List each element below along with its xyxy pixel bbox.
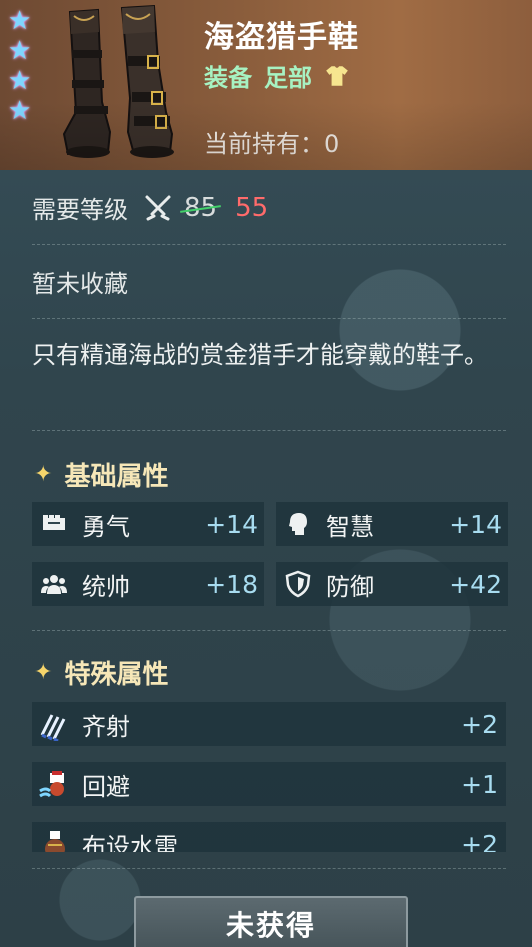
- volley-icon: [40, 714, 66, 741]
- special-stat-name: 齐射: [82, 712, 130, 741]
- level-label: 需要等级: [32, 196, 128, 224]
- collection-status: 暂未收藏: [32, 270, 128, 298]
- boots-image: [62, 4, 174, 158]
- stat-name: 勇气: [82, 512, 130, 541]
- item-header: ★ ★ ★ ★ 海盗猎手鞋 装备 足部 当前持有：0: [0, 0, 532, 170]
- fist-icon: [43, 515, 65, 530]
- stat-value: +14: [205, 509, 258, 539]
- evade-icon: [39, 771, 64, 798]
- head-icon: [289, 513, 307, 535]
- stat-wisdom: 智慧 +14: [276, 502, 508, 546]
- special-stat-volley: 齐射 +2: [32, 702, 506, 746]
- owned-label: 当前持有：: [204, 130, 324, 158]
- stat-value: +42: [449, 569, 502, 599]
- owned-count-row: 当前持有：0: [204, 124, 339, 159]
- item-name: 海盗猎手鞋: [204, 20, 359, 55]
- owned-count: 0: [324, 130, 340, 158]
- stat-defense: 防御 +42: [276, 562, 508, 606]
- star-rating: ★ ★ ★ ★: [8, 6, 38, 126]
- special-stat-name: 回避: [82, 772, 130, 801]
- divider: [32, 430, 506, 431]
- stat-courage: 勇气 +14: [32, 502, 264, 546]
- special-attributes-header: ✦ 特殊属性: [34, 654, 168, 691]
- stat-value: +14: [449, 509, 502, 539]
- special-stat-evade: 回避 +1: [32, 762, 506, 806]
- sparkle-icon: ✦: [34, 660, 53, 685]
- divider: [32, 244, 506, 245]
- stat-name: 智慧: [326, 512, 374, 541]
- item-description: 只有精通海战的赏金猎手才能穿戴的鞋子。: [32, 341, 488, 369]
- shield-icon: [285, 570, 311, 598]
- shirt-icon: [326, 65, 348, 86]
- basic-attributes-header: ✦ 基础属性: [34, 456, 168, 493]
- stat-name: 统帅: [82, 572, 130, 601]
- not-obtained-button[interactable]: 未获得: [134, 896, 408, 947]
- section-title: 特殊属性: [64, 660, 169, 690]
- stat-name: 防御: [326, 572, 374, 601]
- crossed-swords-icon: [145, 195, 171, 220]
- star-icon: ★: [8, 66, 32, 96]
- original-level: 85: [184, 192, 218, 223]
- star-icon: ★: [8, 36, 32, 66]
- item-slot: 足部: [264, 64, 312, 92]
- level-requirement: 需要等级 85 55: [32, 190, 268, 225]
- sparkle-icon: ✦: [34, 462, 53, 487]
- stat-leadership: 统帅 +18: [32, 562, 264, 606]
- divider: [32, 868, 506, 869]
- special-attributes-list[interactable]: 齐射 +2 回避 +1 布设水雷 +2: [0, 700, 532, 852]
- group-icon: [41, 575, 67, 594]
- special-stat-value: +2: [461, 709, 498, 739]
- special-stat-mine: 布设水雷 +2: [32, 822, 506, 852]
- item-type-row: 装备 足部: [204, 58, 350, 93]
- special-stat-value: +1: [461, 769, 498, 799]
- item-category: 装备: [204, 64, 252, 92]
- reduced-level: 55: [235, 192, 269, 223]
- divider: [32, 318, 506, 319]
- star-icon: ★: [8, 96, 32, 126]
- mine-icon: [45, 831, 65, 852]
- divider: [32, 630, 506, 631]
- special-stat-name: 布设水雷: [82, 832, 178, 853]
- section-title: 基础属性: [64, 462, 169, 492]
- stat-value: +18: [205, 569, 258, 599]
- special-stat-value: +2: [461, 829, 498, 853]
- star-icon: ★: [8, 6, 32, 36]
